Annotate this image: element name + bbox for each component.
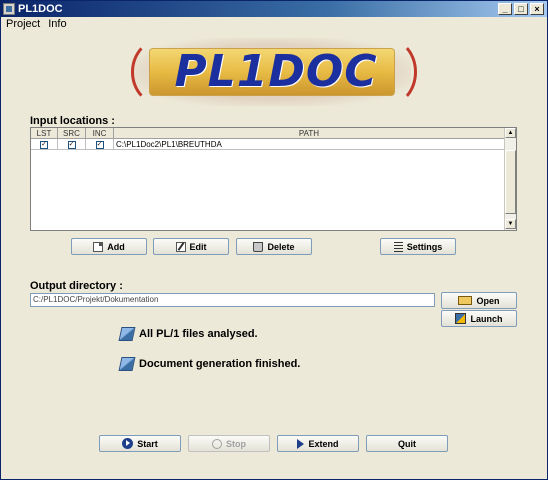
window-title: PL1DOC [18, 3, 63, 15]
scroll-up-button[interactable]: ▲ [505, 128, 516, 138]
add-button[interactable]: Add [71, 238, 147, 255]
window-controls: _ □ × [498, 3, 544, 15]
input-locations-label: Input locations : [30, 115, 115, 127]
menu-project[interactable]: Project [6, 18, 40, 30]
table-scrollbar[interactable]: ▲ ▼ [504, 128, 516, 230]
stop-button[interactable]: Stop [188, 435, 270, 452]
open-label: Open [476, 295, 500, 306]
launch-button[interactable]: Launch [441, 310, 517, 327]
edit-icon [175, 241, 186, 252]
quit-button[interactable]: Quit [366, 435, 448, 452]
main-window: PL1DOC _ □ × Project Info PL1DOC Input l… [0, 0, 548, 480]
scroll-thumb[interactable] [505, 150, 516, 214]
trash-icon [253, 241, 264, 252]
stop-label: Stop [226, 438, 246, 449]
app-logo: PL1DOC [131, 38, 417, 106]
edit-label: Edit [189, 241, 207, 252]
logo-text: PL1DOC [174, 46, 378, 97]
book-icon [118, 357, 136, 371]
delete-button[interactable]: Delete [236, 238, 312, 255]
column-header-src[interactable]: SRC [58, 128, 86, 139]
start-label: Start [137, 438, 158, 449]
play-icon [122, 438, 134, 449]
edit-button[interactable]: Edit [153, 238, 229, 255]
start-button[interactable]: Start [99, 435, 181, 452]
status-generated-text: Document generation finished. [139, 358, 301, 370]
src-checkbox[interactable]: ✓ [67, 140, 76, 149]
delete-label: Delete [267, 241, 295, 252]
column-header-inc[interactable]: INC [86, 128, 114, 139]
inc-checkbox[interactable]: ✓ [95, 140, 104, 149]
open-button[interactable]: Open [441, 292, 517, 309]
minimize-button[interactable]: _ [498, 3, 512, 15]
lst-cell: ✓ [31, 139, 58, 150]
add-label: Add [107, 241, 125, 252]
app-icon [3, 3, 15, 15]
folder-icon [458, 296, 473, 305]
add-icon [93, 241, 104, 252]
settings-icon [393, 241, 403, 252]
lst-checkbox[interactable]: ✓ [40, 140, 48, 149]
close-button[interactable]: × [530, 3, 544, 15]
input-locations-table[interactable]: LST SRC INC PATH ✓ ✓ ✓ C:\PL1Doc2\PL1\BR… [30, 127, 517, 231]
status-analysed: All PL/1 files analysed. [118, 327, 258, 341]
src-cell: ✓ [58, 139, 86, 150]
column-header-lst[interactable]: LST [31, 128, 58, 139]
stop-icon [212, 438, 222, 449]
path-cell[interactable]: C:\PL1Doc2\PL1\BREUTHDA [114, 139, 504, 150]
menu-info[interactable]: Info [48, 18, 66, 30]
scroll-down-button[interactable]: ▼ [505, 219, 516, 229]
output-directory-field[interactable]: C:/PL1DOC/Projekt/Dokumentation [30, 293, 435, 307]
quit-label: Quit [398, 438, 416, 449]
settings-label: Settings [406, 241, 443, 252]
output-directory-label: Output directory : [30, 280, 123, 292]
extend-button[interactable]: Extend [277, 435, 359, 452]
table-header: LST SRC INC PATH [31, 128, 504, 139]
table-row[interactable]: ✓ ✓ ✓ C:\PL1Doc2\PL1\BREUTHDA [31, 139, 504, 150]
extend-label: Extend [308, 438, 339, 449]
settings-button[interactable]: Settings [380, 238, 456, 255]
launch-icon [455, 313, 467, 324]
inc-cell: ✓ [86, 139, 114, 150]
status-analysed-text: All PL/1 files analysed. [139, 328, 258, 340]
arrow-right-icon [297, 438, 305, 449]
column-header-path[interactable]: PATH [114, 128, 504, 139]
title-bar[interactable]: PL1DOC _ □ × [1, 1, 547, 17]
maximize-button[interactable]: □ [514, 3, 528, 15]
book-icon [118, 327, 136, 341]
menu-bar: Project Info [1, 17, 547, 31]
launch-label: Launch [470, 313, 503, 324]
status-generated: Document generation finished. [118, 357, 301, 371]
